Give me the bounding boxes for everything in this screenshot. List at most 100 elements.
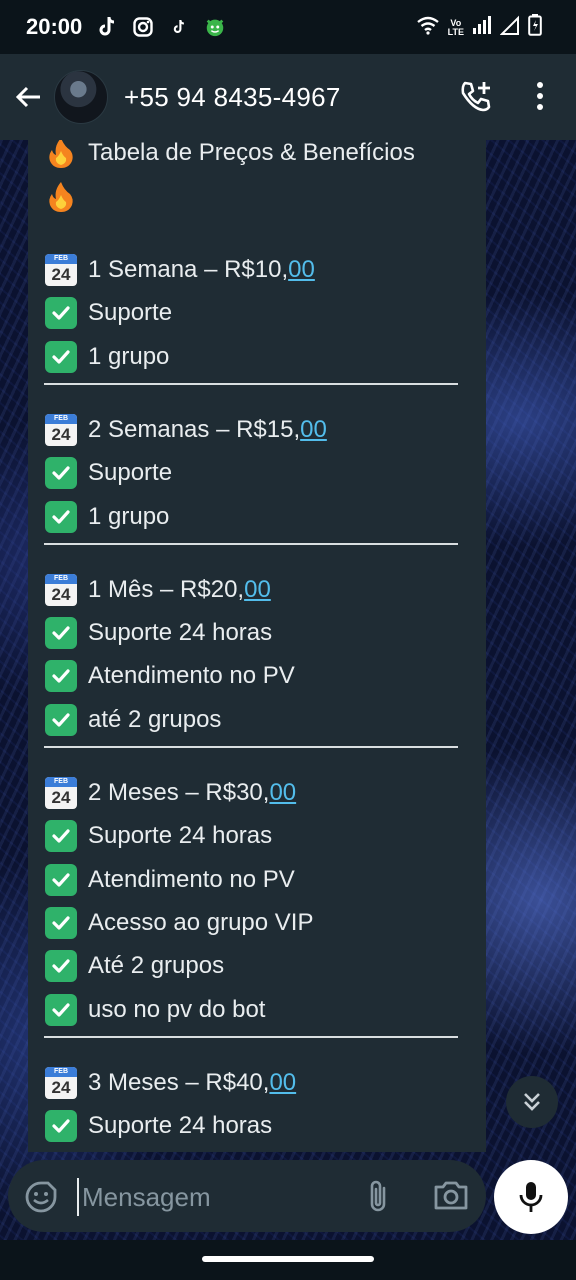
line-text: 3 Meses – R$40, bbox=[88, 1068, 270, 1096]
benefit-item: até 2 grupos bbox=[44, 703, 221, 737]
chat-header: +55 94 8435-4967 bbox=[0, 54, 576, 140]
line-text: Tabela de Preços & Benefícios bbox=[88, 140, 415, 166]
calendar-day: 24 bbox=[51, 1077, 71, 1097]
benefit-item: 1 grupo bbox=[44, 500, 169, 534]
benefit-item: Suporte 24 horas bbox=[44, 1109, 272, 1143]
instagram-icon bbox=[132, 16, 154, 38]
benefit-item: Até 2 grupos bbox=[44, 949, 224, 983]
line-text: Atendimento no PV bbox=[88, 865, 295, 893]
line-text: Suporte 24 horas bbox=[88, 822, 273, 850]
calendar-icon: FEB 24 bbox=[44, 1066, 78, 1100]
line-text: 2 Meses – R$30, bbox=[88, 779, 270, 806]
check-icon bbox=[44, 1109, 78, 1143]
benefit-item: Acesso ao grupo VIP bbox=[44, 906, 313, 940]
calendar-icon: FEB 24 bbox=[44, 413, 78, 447]
check-icon bbox=[44, 456, 78, 490]
price-link[interactable]: 00 bbox=[269, 779, 296, 807]
plan-divider bbox=[44, 382, 458, 385]
line-text: até 2 grupos bbox=[88, 705, 222, 733]
home-gesture-handle[interactable] bbox=[202, 1256, 374, 1262]
plan-title: FEB 24 1 Mês – R$20, 00 bbox=[44, 573, 271, 607]
calendar-month: FEB bbox=[45, 413, 77, 424]
calendar-day: 24 bbox=[51, 265, 71, 284]
line-text: Acesso ao grupo VIP bbox=[88, 908, 314, 936]
calendar-icon: FEB 24 bbox=[44, 573, 78, 607]
line-text: Suporte 24 horas bbox=[88, 1112, 273, 1140]
line-text: 2 Semanas – R$15, bbox=[88, 415, 301, 443]
contact-name[interactable]: +55 94 8435-4967 bbox=[124, 82, 341, 113]
plan-divider bbox=[44, 1035, 458, 1038]
battery-charging-icon bbox=[528, 14, 542, 41]
attach-icon bbox=[370, 1180, 386, 1212]
line-text: Suporte bbox=[88, 459, 173, 487]
check-icon bbox=[44, 819, 78, 853]
tiktok-icon bbox=[168, 16, 190, 38]
check-icon bbox=[44, 906, 78, 940]
calendar-day: 24 bbox=[51, 584, 71, 604]
plan-title: FEB 24 3 Meses – R$40, 00 bbox=[44, 1066, 296, 1100]
back-arrow-icon bbox=[15, 86, 40, 108]
mic-button[interactable] bbox=[494, 1160, 568, 1234]
benefit-item: 1 grupo bbox=[44, 340, 169, 374]
check-icon bbox=[44, 296, 78, 330]
line-text: Suporte bbox=[88, 299, 173, 327]
line-text: Suporte 24 horas bbox=[88, 619, 273, 647]
calendar-month: FEB bbox=[45, 1066, 77, 1077]
system-icons: Vo LTE bbox=[416, 14, 542, 41]
price-link[interactable]: 00 bbox=[300, 416, 327, 444]
emoji-button[interactable] bbox=[24, 1180, 58, 1214]
back-button[interactable] bbox=[8, 77, 48, 117]
check-icon bbox=[44, 340, 78, 374]
tiktok-icon bbox=[96, 16, 118, 38]
price-link[interactable]: 00 bbox=[244, 576, 271, 604]
fire-line bbox=[44, 180, 88, 214]
double-chevron-down-icon bbox=[524, 1093, 540, 1111]
message-composer bbox=[8, 1160, 486, 1232]
calendar-month: FEB bbox=[45, 254, 77, 264]
avatar[interactable] bbox=[54, 70, 108, 124]
message-bubble: Tabela de Preços & Benefícios FEB 24 1 Sema… bbox=[28, 140, 486, 1152]
add-call-icon bbox=[461, 81, 491, 112]
line-text: 1 grupo bbox=[88, 502, 170, 530]
check-icon bbox=[44, 500, 78, 534]
emoji-icon bbox=[25, 1181, 57, 1213]
fire-icon bbox=[44, 140, 78, 170]
camera-icon bbox=[434, 1181, 468, 1210]
check-icon bbox=[44, 949, 78, 983]
signal-icon bbox=[472, 15, 492, 40]
price-link[interactable]: 00 bbox=[269, 1069, 296, 1097]
line-text: uso no pv do bot bbox=[88, 995, 266, 1023]
benefit-item: Atendimento no PV bbox=[44, 659, 295, 693]
emoji-app-icon bbox=[204, 16, 226, 38]
volte-line2: LTE bbox=[447, 26, 464, 37]
status-bar: 20:00 Vo LTE bbox=[0, 0, 576, 54]
calendar-day: 24 bbox=[51, 788, 71, 807]
camera-button[interactable] bbox=[432, 1178, 470, 1214]
calendar-icon: FEB 24 bbox=[44, 776, 78, 810]
scroll-down-button[interactable] bbox=[506, 1076, 558, 1128]
line-text: 1 Mês – R$20, bbox=[88, 575, 245, 603]
more-vert-icon bbox=[537, 82, 543, 88]
wifi-icon bbox=[416, 15, 440, 40]
message-title: Tabela de Preços & Benefícios bbox=[44, 140, 415, 170]
check-icon bbox=[44, 703, 78, 737]
status-time: 20:00 bbox=[26, 14, 83, 39]
plan-title: FEB 24 2 Meses – R$30, 00 bbox=[44, 776, 296, 810]
message-input[interactable] bbox=[80, 1176, 344, 1218]
benefit-item: Suporte 24 horas bbox=[44, 616, 272, 650]
attach-button[interactable] bbox=[362, 1178, 394, 1214]
signal-empty-icon bbox=[499, 15, 520, 40]
line-text: Atendimento no PV bbox=[88, 662, 295, 690]
benefit-item: uso no pv do bot bbox=[44, 993, 265, 1027]
text-cursor bbox=[77, 1178, 79, 1216]
price-link[interactable]: 00 bbox=[288, 256, 315, 284]
more-options-button[interactable] bbox=[526, 76, 554, 116]
plan-divider bbox=[44, 542, 458, 545]
add-call-button[interactable] bbox=[456, 76, 496, 116]
line-text: 1 Semana – R$10, bbox=[88, 256, 289, 283]
plan-title: FEB 24 2 Semanas – R$15, 00 bbox=[44, 413, 327, 447]
check-icon bbox=[44, 993, 78, 1027]
calendar-month: FEB bbox=[45, 573, 77, 584]
line-text: 1 grupo bbox=[88, 342, 170, 370]
check-icon bbox=[44, 863, 78, 897]
